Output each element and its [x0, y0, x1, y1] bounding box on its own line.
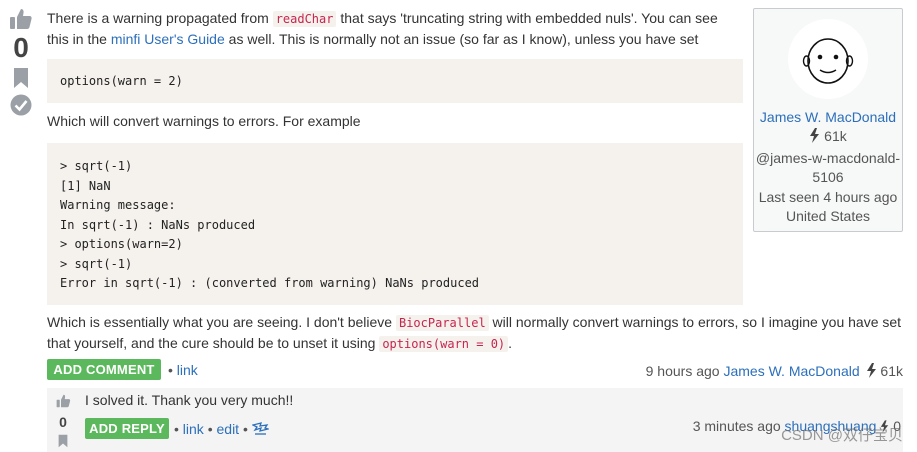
user-card-handle-1: @james-w-macdonald-	[755, 149, 901, 166]
code-line: > options(warn=2)	[60, 237, 183, 251]
lightning-icon	[866, 363, 877, 381]
inline-code-readchar: readChar	[272, 11, 337, 27]
bookmark-icon[interactable]	[58, 434, 68, 448]
thumbs-up-icon[interactable]	[56, 394, 71, 408]
inline-code-options: options(warn = 0)	[379, 336, 509, 352]
answer-meta: 9 hours ago James W. MacDonald 61k	[646, 363, 903, 381]
answer-actions: • link	[168, 362, 198, 378]
user-card-name[interactable]: James W. MacDonald	[754, 109, 902, 125]
p3-text-b: will normally convert warnings to errors…	[488, 314, 902, 330]
user-card-location: United States	[785, 208, 871, 224]
answer-timestamp: 9 hours ago	[645, 363, 720, 379]
answer-paragraph-2: Which will convert warnings to errors. F…	[47, 113, 361, 129]
code-block-options: options(warn = 2)	[47, 59, 743, 103]
p1-text-b: that says 'truncating string with embedd…	[336, 10, 718, 26]
user-card-last-seen: Last seen 4 hours ago	[758, 188, 898, 205]
answer-link[interactable]: link	[177, 362, 198, 378]
avatar[interactable]	[788, 19, 868, 99]
inline-code-biocparallel: BiocParallel	[395, 315, 489, 331]
watermark: CSDN @双仔宝贝	[781, 427, 903, 444]
vote-column: 0	[8, 8, 34, 116]
separator-dot: •	[207, 421, 213, 437]
reply-actions: • link • edit •	[174, 421, 271, 440]
add-comment-button[interactable]: ADD COMMENT	[47, 359, 161, 380]
answer-paragraph-3: Which is essentially what you are seeing…	[47, 312, 907, 354]
answer-author-link[interactable]: James W. MacDonald	[723, 363, 859, 379]
code-line: > sqrt(-1)	[60, 159, 133, 173]
user-card-handle-2: 5106	[812, 169, 844, 185]
add-reply-button[interactable]: ADD REPLY	[85, 418, 169, 439]
thumbs-up-icon[interactable]	[9, 8, 33, 30]
reply-timestamp: 3 minutes ago	[692, 418, 781, 434]
reply-text: I solved it. Thank you very much!!	[85, 392, 294, 408]
moderate-icon[interactable]	[250, 422, 271, 440]
reply-link[interactable]: link	[183, 421, 204, 437]
p1-text-d: as well. This is normally not an issue (…	[224, 31, 699, 47]
p3-text-a: Which is essentially what you are seeing…	[47, 314, 396, 330]
minfi-guide-link[interactable]: minfi User's Guide	[111, 31, 225, 47]
lightning-icon	[809, 128, 820, 149]
code-line: > sqrt(-1)	[60, 256, 133, 271]
code-line: In sqrt(-1) : NaNs produced	[60, 217, 256, 232]
accept-check-icon[interactable]	[10, 94, 32, 116]
separator-dot: •	[168, 362, 173, 378]
p3-text-d: .	[508, 335, 513, 351]
code-block-example: > sqrt(-1) [1] NaN Warning message: In sqrt…	[47, 143, 743, 305]
answer-paragraph-1: There is a warning propagated from readC…	[47, 8, 747, 49]
reply-vote-count: 0	[59, 414, 67, 430]
reply-edit-link[interactable]: edit	[217, 421, 240, 437]
separator-dot: •	[174, 421, 179, 437]
user-card: James W. MacDonald 61k @james-w-macdonal…	[753, 8, 903, 232]
vote-count: 0	[13, 32, 29, 63]
bookmark-icon[interactable]	[13, 68, 29, 88]
p1-text-c: this in the	[47, 31, 111, 47]
user-card-reputation: 61k	[754, 127, 902, 149]
p1-text-a: There is a warning propagated from	[47, 10, 273, 26]
reply-comment: 0 I solved it. Thank you very much!! ADD…	[47, 388, 903, 452]
code-line: options(warn = 2)	[60, 74, 183, 88]
code-line: Warning message:	[60, 198, 176, 212]
code-line: Error in sqrt(-1) : (converted from warn…	[60, 276, 480, 290]
reply-vote-column: 0	[55, 394, 71, 448]
p3-text-c: that yourself, and the cure should be to…	[47, 335, 380, 351]
answer-author-reputation: 61k	[880, 363, 903, 379]
code-line: [1] NaN	[60, 178, 111, 193]
reputation-value: 61k	[824, 128, 847, 144]
separator-dot: •	[242, 421, 248, 437]
